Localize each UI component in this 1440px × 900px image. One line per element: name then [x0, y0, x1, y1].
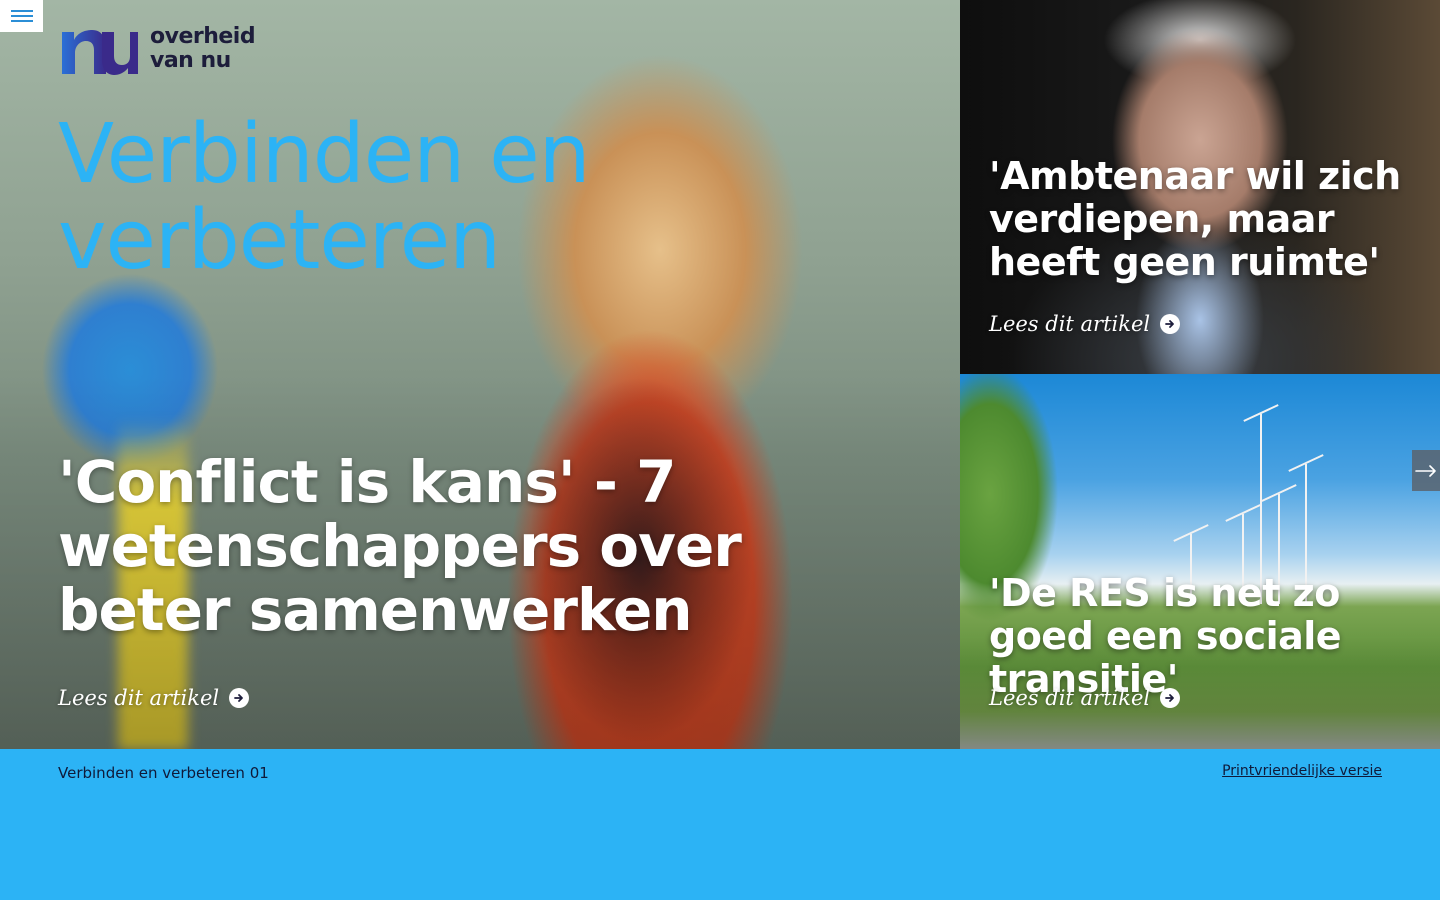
page: overheid van nu Verbinden en verbeteren … [0, 0, 1440, 900]
read-more-label: Lees dit artikel [989, 312, 1151, 336]
arrow-circle-right-icon [229, 688, 250, 708]
logo-line-2: van nu [150, 48, 231, 73]
hero-article-title[interactable]: 'Conflict is kans' - 7 wetenschappers ov… [58, 450, 878, 642]
arrow-circle-right-icon [1160, 688, 1181, 708]
logo-wordmark: overheid van nu [150, 24, 256, 73]
footer-band: Verbinden en verbeteren 01 Printvriendel… [0, 749, 1440, 900]
article-card-2-read-more-link[interactable]: Lees dit artikel [989, 686, 1181, 710]
logo-line-1: overheid [150, 24, 256, 49]
article-card-1-title[interactable]: 'Ambtenaar wil zich verdiepen, maar heef… [989, 155, 1419, 284]
read-more-label: Lees dit artikel [58, 686, 220, 710]
arrow-circle-right-icon [1160, 314, 1181, 334]
menu-button[interactable] [0, 0, 43, 32]
hero-read-more-link[interactable]: Lees dit artikel [58, 686, 250, 710]
arrow-right-icon [1415, 464, 1436, 477]
issue-tagline: Verbinden en verbeteren [58, 107, 591, 288]
article-card-1-read-more-link[interactable]: Lees dit artikel [989, 312, 1181, 336]
carousel-next-button[interactable] [1412, 450, 1440, 491]
hamburger-icon-line [10, 15, 33, 17]
tagline-line-1: Verbinden en [58, 107, 591, 202]
read-more-label: Lees dit artikel [989, 686, 1151, 710]
hamburger-icon-line [10, 10, 33, 12]
nu-logo-icon [62, 30, 138, 75]
issue-label: Verbinden en verbeteren 01 [58, 764, 269, 782]
site-logo[interactable]: overheid van nu [58, 22, 256, 76]
article-card-2-title[interactable]: 'De RES is net zo goed een sociale trans… [989, 572, 1419, 701]
hamburger-icon-line [10, 20, 33, 22]
tagline-line-2: verbeteren [58, 193, 501, 288]
print-friendly-link[interactable]: Printvriendelijke versie [1222, 763, 1382, 779]
